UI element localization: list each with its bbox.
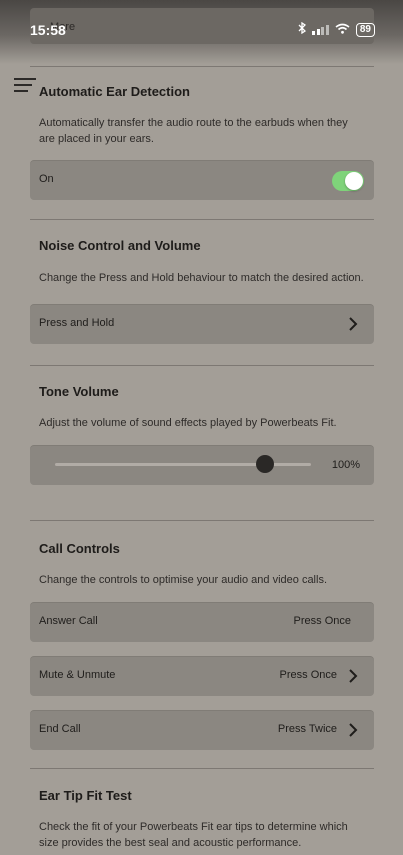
section-title-call-controls: Call Controls — [39, 541, 120, 556]
mute-unmute-value: Press Once — [279, 669, 337, 681]
toggle-knob — [345, 172, 363, 190]
section-title-ear-tip: Ear Tip Fit Test — [39, 788, 132, 803]
wifi-icon — [335, 23, 350, 37]
battery-icon: 89 — [355, 22, 375, 37]
divider — [30, 768, 374, 769]
tone-volume-row: 100% — [30, 445, 374, 485]
mute-unmute-label: Mute & Unmute — [39, 669, 116, 681]
answer-call-value: Press Once — [293, 615, 351, 627]
divider — [30, 365, 374, 366]
ear-detection-toggle[interactable] — [332, 171, 364, 191]
chevron-right-icon — [349, 723, 358, 737]
ear-detection-description: Automatically transfer the audio route t… — [39, 117, 348, 145]
volume-slider-thumb[interactable] — [255, 455, 274, 473]
noise-control-description: Change the Press and Hold behaviour to m… — [39, 272, 364, 284]
divider — [30, 520, 374, 521]
menu-icon[interactable] — [14, 78, 36, 92]
section-title-tone-volume: Tone Volume — [39, 384, 119, 399]
mute-unmute-row[interactable]: Mute & Unmute Press Once — [30, 656, 374, 696]
call-controls-description: Change the controls to optimise your aud… — [39, 574, 328, 586]
volume-value: 100% — [331, 459, 360, 471]
ear-tip-description: Check the fit of your Powerbeats Fit ear… — [39, 821, 348, 849]
press-and-hold-row[interactable]: Press and Hold — [30, 304, 374, 344]
status-icons: 89 — [298, 21, 375, 37]
end-call-row[interactable]: End Call Press Twice — [30, 710, 374, 750]
ear-detection-toggle-label: On — [39, 173, 54, 185]
divider — [30, 66, 374, 67]
press-and-hold-label: Press and Hold — [39, 317, 115, 329]
end-call-label: End Call — [39, 723, 81, 735]
section-title-ear-detection: Automatic Ear Detection — [39, 84, 190, 99]
answer-call-label: Answer Call — [39, 615, 98, 627]
signal-icon — [312, 24, 329, 35]
ear-detection-row[interactable]: On — [30, 160, 374, 200]
tone-volume-description: Adjust the volume of sound effects playe… — [39, 417, 337, 429]
chevron-right-icon — [349, 317, 358, 331]
end-call-value: Press Twice — [277, 723, 337, 735]
bluetooth-icon — [298, 21, 307, 37]
section-title-noise-control: Noise Control and Volume — [39, 238, 201, 253]
answer-call-row[interactable]: Answer Call Press Once — [30, 602, 374, 642]
status-time: 15:58 — [30, 22, 66, 38]
divider — [30, 219, 374, 220]
chevron-right-icon — [349, 669, 358, 683]
